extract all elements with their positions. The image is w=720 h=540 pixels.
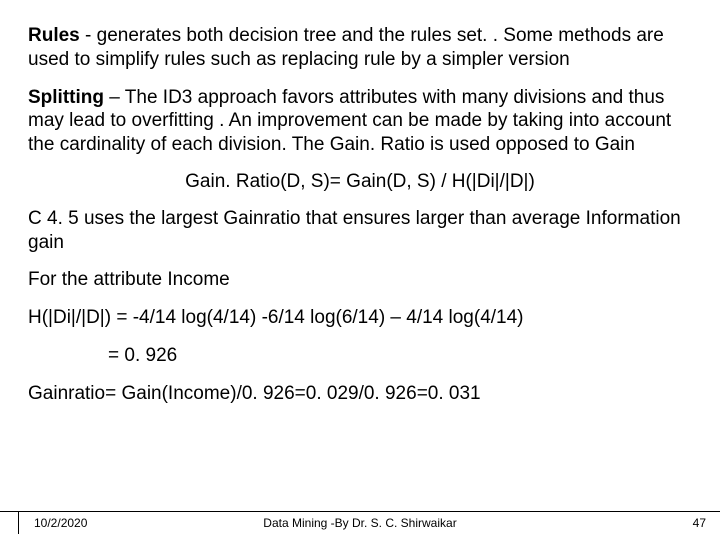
gain-ratio-formula: Gain. Ratio(D, S)= Gain(D, S) / H(|Di|/|… [28, 171, 692, 193]
splitting-heading: Splitting [28, 87, 104, 108]
slide: Rules - generates both decision tree and… [0, 0, 720, 540]
paragraph-c45: C 4. 5 uses the largest Gainratio that e… [28, 207, 692, 255]
rules-text: - generates both decision tree and the r… [28, 25, 664, 70]
footer-page-number: 47 [693, 516, 706, 530]
splitting-text: – The ID3 approach favors attributes wit… [28, 87, 671, 156]
paragraph-splitting: Splitting – The ID3 approach favors attr… [28, 86, 692, 157]
entropy-result: = 0. 926 [28, 344, 692, 368]
entropy-computation: H(|Di|/|D|) = -4/14 log(4/14) -6/14 log(… [28, 306, 692, 330]
slide-footer: 10/2/2020 Data Mining -By Dr. S. C. Shir… [0, 511, 720, 534]
paragraph-rules: Rules - generates both decision tree and… [28, 24, 692, 72]
paragraph-income-attr: For the attribute Income [28, 268, 692, 292]
rules-heading: Rules [28, 25, 80, 46]
gainratio-result: Gainratio= Gain(Income)/0. 926=0. 029/0.… [28, 382, 692, 406]
footer-title: Data Mining -By Dr. S. C. Shirwaikar [0, 516, 720, 530]
